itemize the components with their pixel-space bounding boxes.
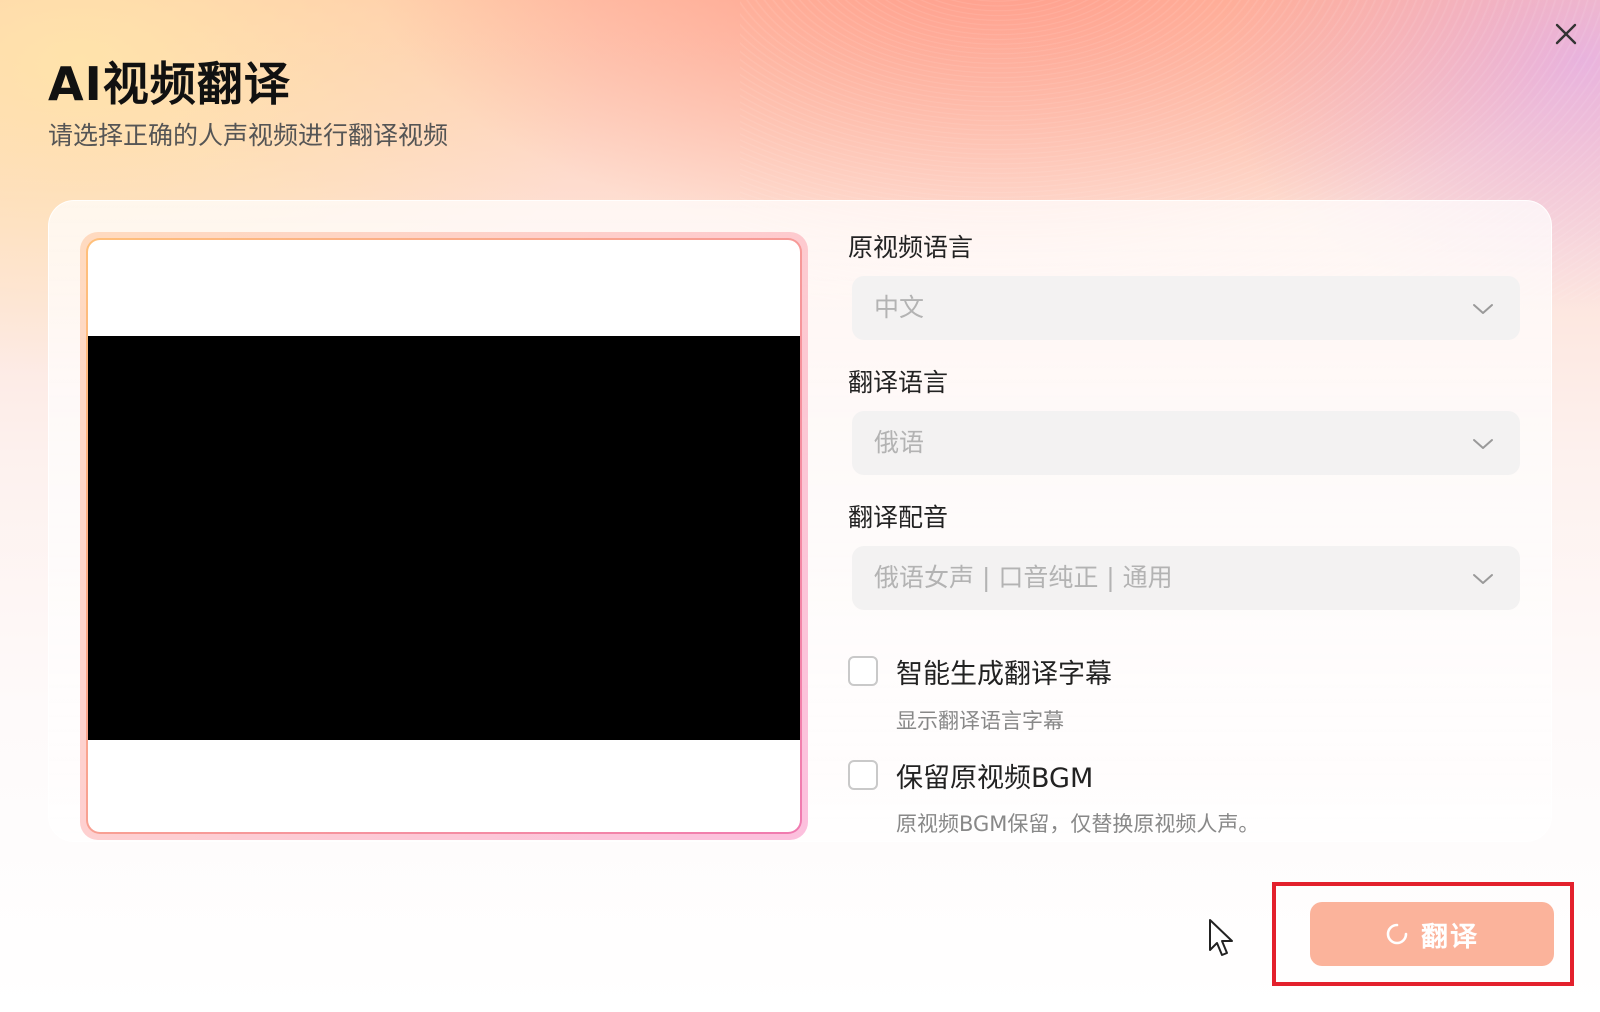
chevron-down-icon (1473, 304, 1493, 314)
target-language-value: 俄语 (874, 428, 925, 457)
video-content[interactable] (88, 336, 800, 740)
close-icon[interactable] (1550, 18, 1582, 50)
dubbing-value: 俄语女声 | 口音纯正 | 通用 (874, 563, 1173, 592)
target-language-label: 翻译语言 (848, 368, 949, 397)
bgm-checkbox[interactable] (848, 760, 878, 790)
subtitles-option-label[interactable]: 智能生成翻译字幕 (896, 652, 1112, 691)
subtitles-checkbox[interactable] (848, 656, 878, 686)
translate-button[interactable]: 翻译 (1310, 902, 1554, 966)
source-language-select[interactable]: 中文 (852, 276, 1520, 340)
ai-video-translate-dialog: AI视频翻译 请选择正确的人声视频进行翻译视频 原视频语言 中文 翻译语言 俄语… (0, 0, 1600, 1012)
video-preview-frame (86, 238, 802, 834)
subtitles-option-description: 显示翻译语言字幕 (896, 709, 1064, 733)
dialog-title: AI视频翻译 (48, 57, 291, 111)
chevron-down-icon (1473, 574, 1493, 584)
mouse-pointer-icon (1209, 919, 1233, 956)
source-language-label: 原视频语言 (848, 233, 974, 262)
target-language-select[interactable]: 俄语 (852, 411, 1520, 475)
source-language-value: 中文 (874, 293, 925, 322)
dubbing-label: 翻译配音 (848, 503, 949, 532)
bgm-option-description: 原视频BGM保留，仅替换原视频人声。 (896, 812, 1260, 836)
spinner-icon (1386, 923, 1408, 945)
bgm-option-label[interactable]: 保留原视频BGM (896, 756, 1093, 795)
dialog-subtitle: 请选择正确的人声视频进行翻译视频 (48, 121, 449, 150)
translate-button-label: 翻译 (1421, 921, 1479, 953)
chevron-down-icon (1473, 439, 1493, 449)
dubbing-select[interactable]: 俄语女声 | 口音纯正 | 通用 (852, 546, 1520, 610)
video-preview (80, 232, 808, 840)
